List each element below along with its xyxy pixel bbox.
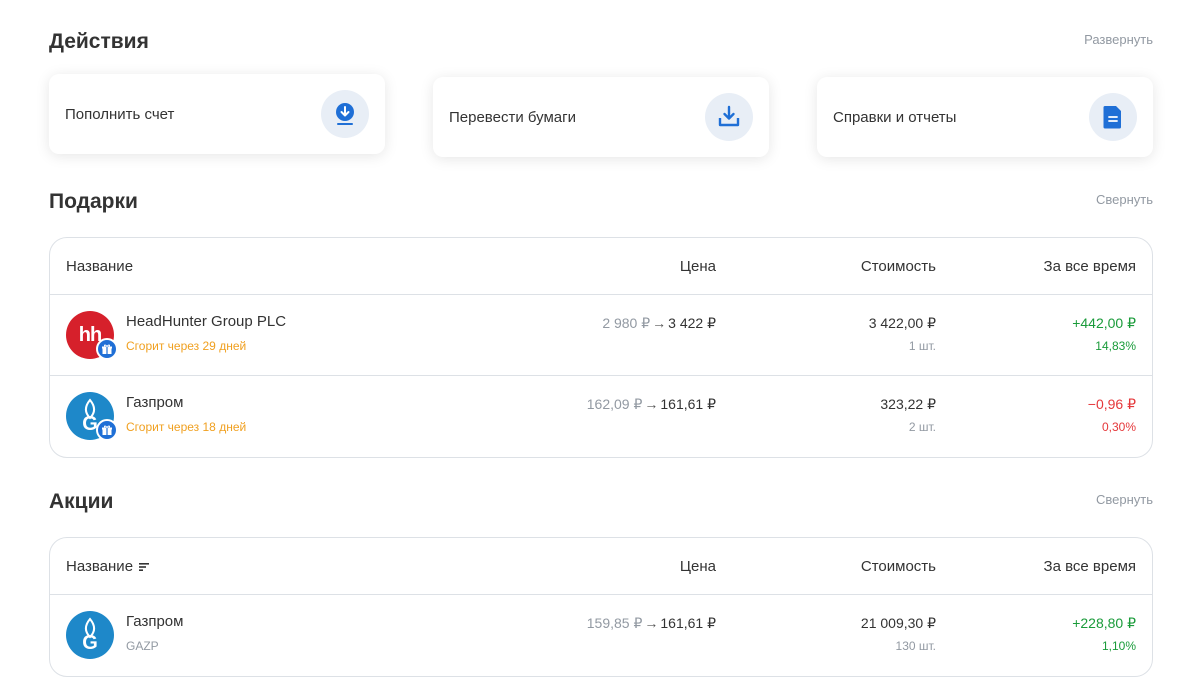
- security-name: Газпром: [126, 394, 184, 411]
- total-change-pct: 1,10%: [1101, 639, 1136, 653]
- price-new: 161,61 ₽: [660, 396, 716, 412]
- arrow-right-icon: →: [652, 315, 667, 331]
- price-old: 159,85 ₽: [586, 615, 643, 631]
- gazprom-logo: G: [66, 611, 114, 659]
- top-up-account-card[interactable]: Пополнить счет: [49, 74, 385, 154]
- column-total[interactable]: За все время: [1044, 558, 1136, 575]
- cost-value: 21 009,30 ₽: [860, 615, 936, 631]
- price-change: 162,09 ₽ → 161,61 ₽: [587, 396, 716, 413]
- cost-value: 323,22 ₽: [880, 396, 936, 412]
- gifts-table: Название Цена Стоимость За все время hh …: [49, 237, 1153, 458]
- table-row[interactable]: hh HeadHunter Group PLC Сгорит через 29 …: [50, 295, 1152, 376]
- cost-value: 3 422,00 ₽: [868, 315, 936, 331]
- total-change-pct: 14,83%: [1095, 339, 1136, 353]
- transfer-securities-label: Перевести бумаги: [449, 108, 576, 126]
- total-change-pct: 0,30%: [1101, 420, 1136, 434]
- security-name: HeadHunter Group PLC: [126, 313, 287, 330]
- price-old: 2 980 ₽: [602, 315, 651, 331]
- stocks-title: Акции: [49, 490, 114, 513]
- price-change: 159,85 ₽ → 161,61 ₽: [587, 615, 716, 632]
- quantity: 2 шт.: [908, 420, 936, 434]
- expiry-text: Сгорит через 18 дней: [126, 420, 247, 434]
- actions-title: Действия: [49, 30, 149, 53]
- stocks-table: Название Цена Стоимость За все время G Г…: [49, 537, 1153, 677]
- document-icon: [1089, 93, 1137, 141]
- quantity: 130 шт.: [895, 639, 936, 653]
- gifts-title: Подарки: [49, 190, 138, 213]
- reports-card[interactable]: Справки и отчеты: [817, 77, 1153, 157]
- arrow-right-icon: →: [644, 615, 659, 631]
- actions-expand-link[interactable]: Развернуть: [1084, 32, 1153, 47]
- total-change-abs: −0,96 ₽: [1087, 396, 1136, 412]
- gifts-collapse-link[interactable]: Свернуть: [1096, 192, 1153, 207]
- column-name[interactable]: Название: [66, 558, 151, 575]
- column-name[interactable]: Название: [66, 258, 133, 275]
- price-old: 162,09 ₽: [586, 396, 643, 412]
- price-change: 2 980 ₽ → 3 422 ₽: [602, 315, 716, 332]
- transfer-securities-card[interactable]: Перевести бумаги: [433, 77, 769, 157]
- security-name: Газпром: [126, 613, 184, 630]
- svg-text:G: G: [82, 632, 98, 654]
- expiry-text: Сгорит через 29 дней: [126, 339, 247, 353]
- table-row[interactable]: G Газпром Сгорит через 18 дней 162,09 ₽ →…: [50, 376, 1152, 457]
- top-up-account-label: Пополнить счет: [65, 105, 175, 123]
- arrow-right-icon: →: [644, 396, 659, 412]
- gift-icon: [96, 338, 118, 360]
- column-total[interactable]: За все время: [1044, 258, 1136, 275]
- total-change-abs: +442,00 ₽: [1072, 315, 1136, 331]
- ticker: GAZP: [126, 639, 159, 653]
- gift-icon: [96, 419, 118, 441]
- column-cost[interactable]: Стоимость: [861, 258, 936, 275]
- stocks-collapse-link[interactable]: Свернуть: [1096, 492, 1153, 507]
- gifts-table-header: Название Цена Стоимость За все время: [50, 238, 1152, 295]
- column-price[interactable]: Цена: [680, 258, 716, 275]
- stocks-table-header: Название Цена Стоимость За все время: [50, 538, 1152, 595]
- total-change-abs: +228,80 ₽: [1072, 615, 1136, 631]
- price-new: 3 422 ₽: [668, 315, 716, 331]
- table-row[interactable]: G Газпром GAZP 159,85 ₽ → 161,61 ₽ 21 009,…: [50, 595, 1152, 676]
- quantity: 1 шт.: [908, 339, 936, 353]
- sort-icon: [139, 563, 150, 572]
- column-cost[interactable]: Стоимость: [861, 558, 936, 575]
- column-price[interactable]: Цена: [680, 558, 716, 575]
- price-new: 161,61 ₽: [660, 615, 716, 631]
- download-circle-icon: [321, 90, 369, 138]
- reports-label: Справки и отчеты: [833, 108, 957, 126]
- tray-download-icon: [705, 93, 753, 141]
